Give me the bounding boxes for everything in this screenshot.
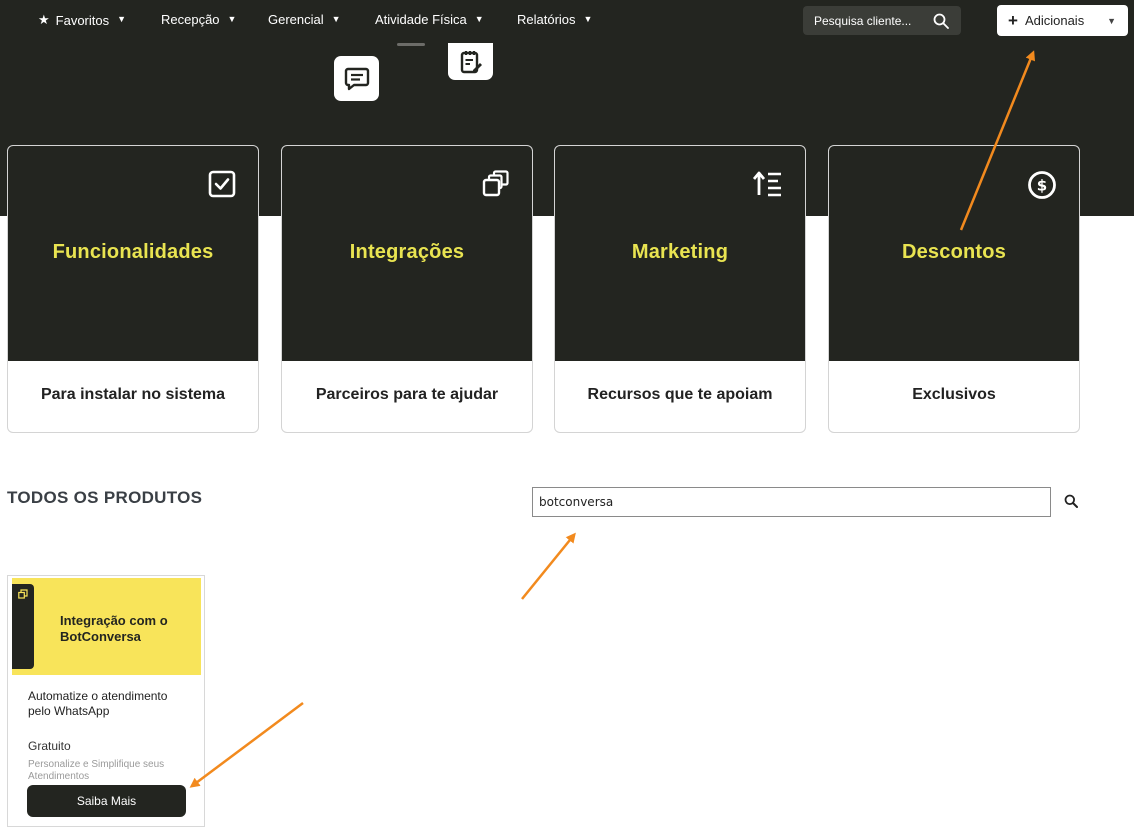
nav-favoritos[interactable]: ★ Favoritos ▼ bbox=[38, 12, 126, 28]
nav-favoritos-label: Favoritos bbox=[55, 12, 110, 28]
saiba-mais-button[interactable]: Saiba Mais bbox=[27, 785, 186, 817]
category-card-descontos[interactable]: $ Descontos Exclusivos bbox=[828, 145, 1080, 433]
copy-icon bbox=[482, 170, 509, 197]
product-card: Integração com o BotConversa Automatize … bbox=[7, 575, 205, 827]
nav-gerencial[interactable]: Gerencial ▼ bbox=[268, 12, 341, 27]
nav-relatorios-label: Relatórios bbox=[517, 12, 576, 27]
product-search-input[interactable] bbox=[532, 487, 1051, 517]
svg-text:$: $ bbox=[1037, 177, 1047, 195]
product-banner[interactable]: Integração com o BotConversa bbox=[12, 578, 201, 675]
chevron-down-icon: ▼ bbox=[227, 13, 237, 24]
category-subtitle: Recursos que te apoiam bbox=[587, 386, 773, 403]
chevron-down-icon: ▼ bbox=[1107, 15, 1116, 26]
category-card-funcionalidades[interactable]: Funcionalidades Para instalar no sistema bbox=[7, 145, 259, 433]
product-description: Automatize o atendimento pelo WhatsApp bbox=[28, 689, 168, 718]
section-title: TODOS OS PRODUTOS bbox=[7, 488, 203, 507]
annotation-arrow bbox=[189, 701, 304, 788]
star-icon: ★ bbox=[38, 12, 50, 27]
category-subtitle: Exclusivos bbox=[912, 386, 996, 403]
product-tagline: Personalize e Simplifique seus Atendimen… bbox=[28, 759, 165, 782]
category-card-marketing[interactable]: Marketing Recursos que te apoiam bbox=[554, 145, 806, 433]
product-price: Gratuito bbox=[28, 739, 71, 753]
search-icon[interactable] bbox=[1064, 494, 1078, 508]
clipboard-edit-icon bbox=[448, 43, 493, 80]
category-title: Descontos bbox=[901, 241, 1007, 263]
chevron-down-icon: ▼ bbox=[331, 13, 341, 24]
category-subtitle: Parceiros para te ajudar bbox=[315, 386, 499, 403]
plus-icon: + bbox=[1008, 11, 1018, 30]
category-title: Funcionalidades bbox=[52, 241, 214, 263]
sort-list-icon bbox=[753, 171, 781, 197]
adicionais-button[interactable]: + Adicionais ▼ bbox=[997, 5, 1128, 36]
nav-gerencial-label: Gerencial bbox=[268, 12, 324, 27]
dollar-circle-icon: $ bbox=[1028, 171, 1056, 199]
top-navbar: ★ Favoritos ▼ Recepção ▼ Gerencial ▼ Ati… bbox=[0, 0, 1134, 43]
search-icon[interactable] bbox=[933, 13, 949, 29]
adicionais-label: Adicionais bbox=[1024, 13, 1085, 28]
decorative-bar bbox=[397, 43, 425, 46]
category-title: Integrações bbox=[349, 241, 465, 263]
annotation-arrow bbox=[521, 532, 576, 600]
client-search-input[interactable]: Pesquisa cliente... bbox=[803, 6, 961, 35]
product-banner-title: Integração com o BotConversa bbox=[60, 613, 168, 644]
chevron-down-icon: ▼ bbox=[117, 14, 127, 24]
nav-recepcao-label: Recepção bbox=[161, 12, 220, 27]
chat-bubble-icon bbox=[334, 56, 379, 101]
copy-icon bbox=[18, 589, 28, 599]
category-subtitle: Para instalar no sistema bbox=[40, 386, 226, 403]
checkbox-icon bbox=[208, 170, 236, 198]
client-search-placeholder: Pesquisa cliente... bbox=[814, 13, 912, 28]
category-title: Marketing bbox=[631, 241, 729, 263]
nav-atividade-fisica[interactable]: Atividade Física ▼ bbox=[375, 12, 484, 27]
nav-relatorios[interactable]: Relatórios ▼ bbox=[517, 12, 592, 27]
nav-recepcao[interactable]: Recepção ▼ bbox=[161, 12, 236, 27]
chevron-down-icon: ▼ bbox=[583, 13, 593, 24]
chevron-down-icon: ▼ bbox=[474, 13, 484, 24]
nav-atividade-fisica-label: Atividade Física bbox=[375, 12, 467, 27]
category-card-integracoes[interactable]: Integrações Parceiros para te ajudar bbox=[281, 145, 533, 433]
